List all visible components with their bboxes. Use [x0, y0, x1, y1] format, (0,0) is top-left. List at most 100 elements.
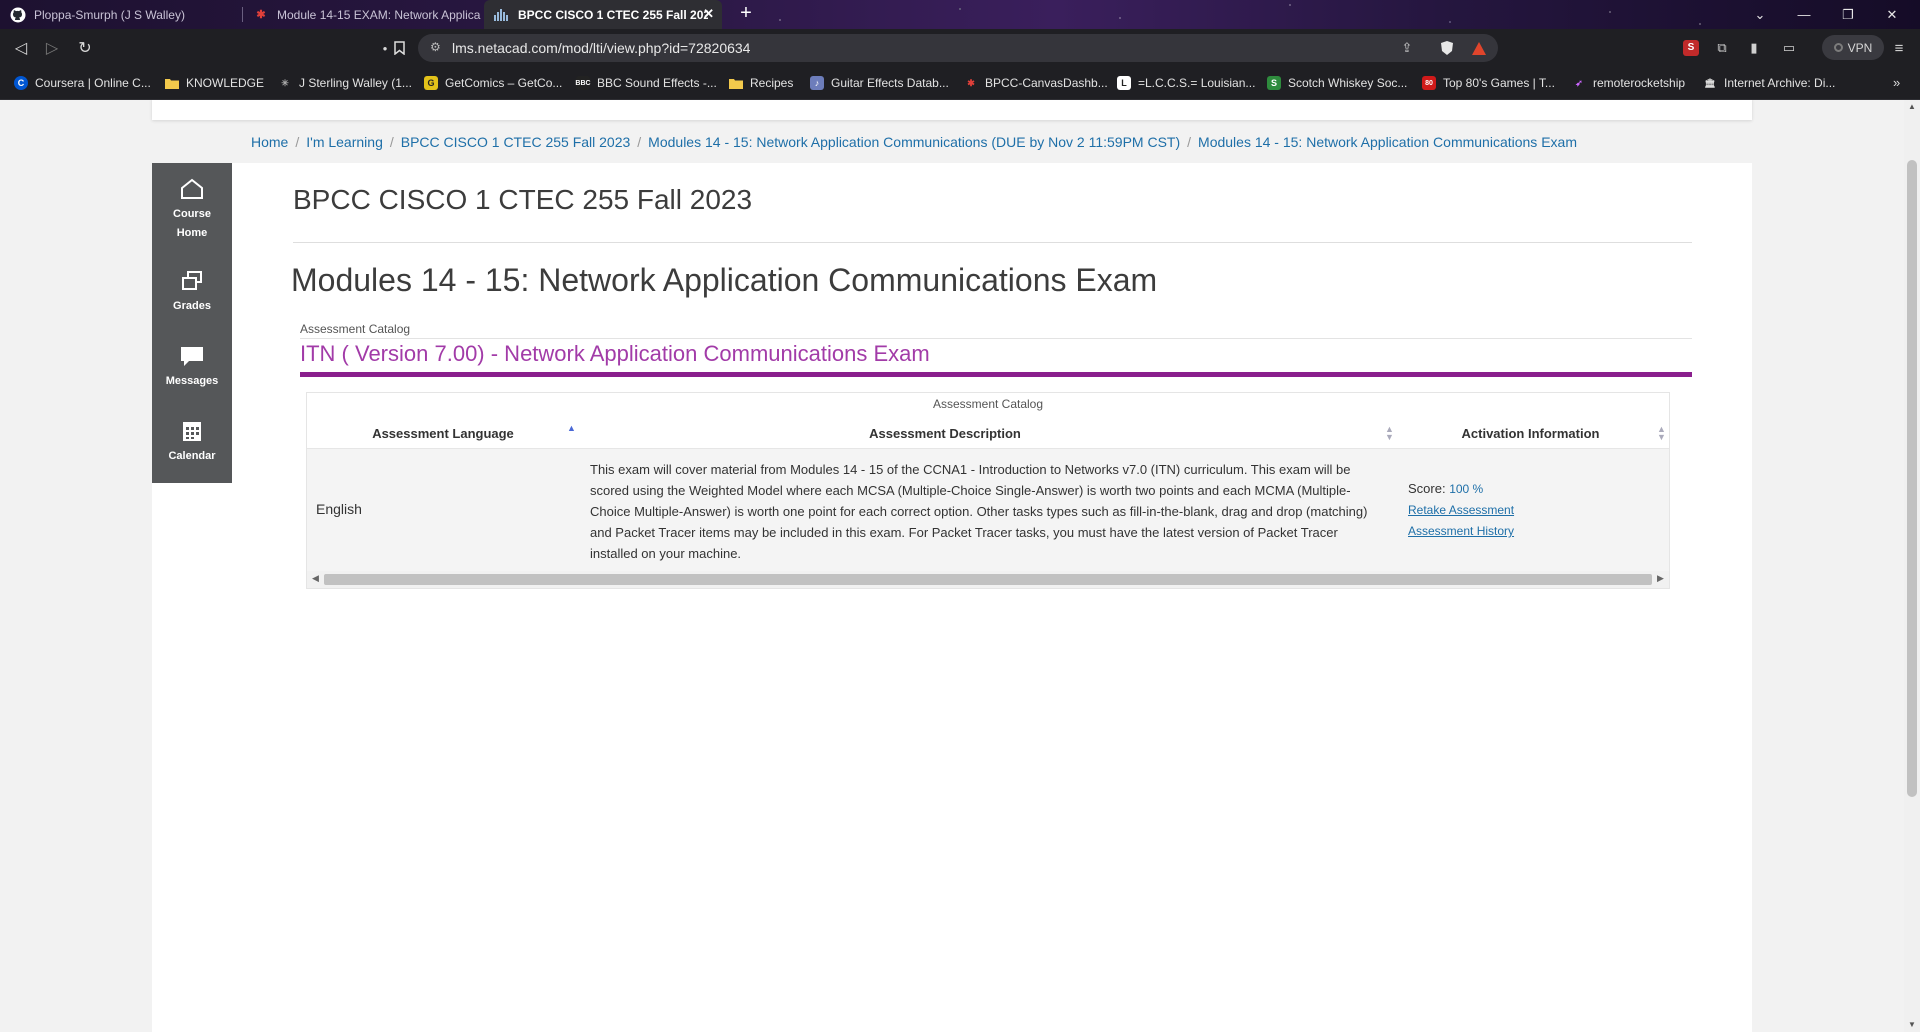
extension-s-icon[interactable]: S — [1681, 38, 1701, 58]
header-card — [152, 100, 1752, 120]
wallet-icon[interactable]: ▭ — [1779, 38, 1799, 58]
sidenav-item-calendar[interactable]: Calendar — [152, 419, 232, 466]
catalog-label: Assessment Catalog — [300, 322, 411, 336]
column-header-language[interactable]: Assessment Language — [307, 418, 579, 448]
github-icon — [10, 7, 26, 23]
breadcrumb-separator: / — [1187, 134, 1192, 150]
bookmark-lccs[interactable]: L =L.C.C.S.= Louisian... — [1117, 67, 1255, 99]
guitar-icon: ♪ — [810, 76, 824, 90]
bookmark-getcomics[interactable]: G GetComics – GetCo... — [424, 67, 562, 99]
folder-icon — [165, 76, 179, 90]
bookmark-jsterling[interactable]: ✳ J Sterling Walley (1... — [278, 67, 412, 99]
assessment-heading: ITN ( Version 7.00) - Network Applicatio… — [300, 341, 930, 366]
scroll-left-icon[interactable]: ◀ — [312, 573, 319, 584]
table-caption: Assessment Catalog — [932, 397, 1044, 411]
scrollbar-thumb[interactable] — [1907, 160, 1917, 797]
column-header-activation[interactable]: Activation Information — [1408, 418, 1653, 448]
bookmarks-bar: C Coursera | Online C... KNOWLEDGE ✳ J S… — [0, 67, 1920, 100]
menu-icon[interactable]: ≡ — [1889, 38, 1909, 58]
netacad-icon — [494, 7, 510, 23]
restore-icon[interactable]: ❐ — [1826, 0, 1870, 29]
cell-language: English — [316, 501, 362, 517]
bookmark-label: Top 80's Games | T... — [1443, 76, 1555, 90]
sidenav-label: Course — [173, 208, 211, 220]
score-label: Score: — [1408, 481, 1446, 496]
bookmark-coursera[interactable]: C Coursera | Online C... — [14, 67, 151, 99]
breadcrumb-exam[interactable]: Modules 14 - 15: Network Application Com… — [1198, 134, 1577, 150]
table-row: English This exam will cover material fr… — [307, 449, 1669, 571]
extensions-icon[interactable]: ⧉ — [1712, 38, 1732, 58]
bookmark-internet-archive[interactable]: 🏛 Internet Archive: Di... — [1703, 67, 1835, 99]
assessment-history-link[interactable]: Assessment History — [1408, 521, 1514, 542]
cell-activation: Score: 100 % Retake Assessment Assessmen… — [1408, 478, 1514, 542]
bookmark-label: Scotch Whiskey Soc... — [1288, 76, 1408, 90]
vpn-button[interactable]: VPN — [1822, 35, 1884, 60]
tab-title: Module 14-15 EXAM: Network Applica — [277, 7, 481, 22]
breadcrumb-home[interactable]: Home — [251, 134, 288, 150]
scroll-down-icon[interactable]: ▼ — [1908, 1020, 1916, 1029]
rocket-icon: ➶ — [1575, 77, 1583, 88]
course-sidenav: Course Home Grades Messages Calendar — [152, 163, 232, 483]
scrollbar-thumb[interactable] — [324, 574, 1652, 585]
site-info-icon[interactable]: ⚙ — [430, 40, 444, 54]
sidenav-item-course-home[interactable]: Course Home — [152, 177, 232, 243]
coursera-icon: C — [14, 76, 28, 90]
bookmark-folder-knowledge[interactable]: KNOWLEDGE — [165, 67, 264, 99]
brave-rewards-icon[interactable] — [1470, 39, 1488, 57]
sidenav-item-messages[interactable]: Messages — [152, 344, 232, 391]
vertical-scrollbar[interactable]: ▲ ▼ — [1904, 100, 1920, 1032]
column-header-label: Assessment Description — [869, 425, 1021, 441]
scroll-right-icon[interactable]: ▶ — [1657, 573, 1664, 584]
whiskey-icon: S — [1267, 76, 1281, 90]
bookmark-top80s-games[interactable]: 80 Top 80's Games | T... — [1422, 67, 1555, 99]
brave-shields-icon[interactable] — [1438, 39, 1456, 57]
bookmark-bpcc-canvas[interactable]: ✱ BPCC-CanvasDashb... — [964, 67, 1108, 99]
reload-icon[interactable]: ↻ — [74, 37, 96, 59]
address-bar[interactable]: ⚙ lms.netacad.com/mod/lti/view.php?id=72… — [418, 34, 1498, 62]
bookmark-icon[interactable] — [388, 37, 410, 59]
tab-github[interactable]: Ploppa-Smurph (J S Walley) — [0, 0, 240, 29]
bookmark-label: =L.C.C.S.= Louisian... — [1138, 76, 1256, 90]
sidenav-item-grades[interactable]: Grades — [152, 269, 232, 316]
sort-ascending-icon[interactable]: ▲ — [567, 424, 576, 433]
tab-search-icon[interactable]: ⌄ — [1738, 0, 1782, 29]
tab-netacad-course[interactable]: BPCC CISCO 1 CTEC 255 Fall 2023 ✕ — [484, 0, 722, 29]
bookmark-folder-recipes[interactable]: Recipes — [729, 67, 793, 99]
breadcrumb-im-learning[interactable]: I'm Learning — [306, 134, 383, 150]
bookmark-scotch-whiskey[interactable]: S Scotch Whiskey Soc... — [1267, 67, 1407, 99]
tab-module-exam[interactable]: ✱ Module 14-15 EXAM: Network Applica — [243, 0, 481, 29]
forward-icon[interactable]: ▷ — [41, 37, 63, 59]
bookmark-guitar-effects[interactable]: ♪ Guitar Effects Datab... — [810, 67, 949, 99]
sidebar-icon[interactable]: ▮ — [1744, 38, 1764, 58]
folder-icon — [729, 76, 743, 90]
divider — [300, 338, 1692, 339]
assessment-table: Assessment Catalog Assessment Language ▲… — [306, 392, 1670, 589]
more-bookmarks-icon[interactable]: » — [1893, 75, 1900, 90]
breadcrumb-module[interactable]: Modules 14 - 15: Network Application Com… — [648, 134, 1180, 150]
minimize-icon[interactable]: — — [1782, 0, 1826, 29]
retake-assessment-link[interactable]: Retake Assessment — [1408, 500, 1514, 521]
column-header-label: Assessment Language — [372, 425, 514, 441]
sidenav-label: Messages — [165, 375, 219, 387]
bookmark-remoterocketship[interactable]: ➶ remoterocketship — [1572, 67, 1685, 99]
sort-icon[interactable]: ▲ ▼ — [1385, 425, 1394, 442]
calendar-icon — [179, 419, 205, 443]
share-icon[interactable]: ⇪ — [1398, 39, 1416, 57]
messages-icon — [179, 344, 205, 368]
breadcrumb-course[interactable]: BPCC CISCO 1 CTEC 255 Fall 2023 — [401, 134, 631, 150]
archive-icon: 🏛 — [1704, 77, 1716, 88]
home-icon — [179, 177, 205, 201]
bookmark-bbc[interactable]: BBC BBC Sound Effects -... — [575, 67, 717, 99]
new-tab-button[interactable]: + — [735, 3, 757, 25]
close-tab-icon[interactable]: ✕ — [703, 6, 714, 22]
sort-icon[interactable]: ▲ ▼ — [1657, 425, 1666, 442]
bookmark-label: Recipes — [750, 76, 794, 90]
course-title: BPCC CISCO 1 CTEC 255 Fall 2023 — [293, 184, 753, 215]
close-window-icon[interactable]: ✕ — [1870, 0, 1914, 29]
column-header-description[interactable]: Assessment Description — [590, 418, 1300, 448]
tab-title: Ploppa-Smurph (J S Walley) — [34, 7, 185, 22]
horizontal-scrollbar[interactable]: ◀ ▶ — [307, 571, 1669, 588]
back-icon[interactable]: ◁ — [10, 37, 32, 59]
navigation-bar: ◁ ▷ ↻ ● ⚙ lms.netacad.com/mod/lti/view.p… — [0, 29, 1920, 67]
scroll-up-icon[interactable]: ▲ — [1908, 102, 1916, 111]
